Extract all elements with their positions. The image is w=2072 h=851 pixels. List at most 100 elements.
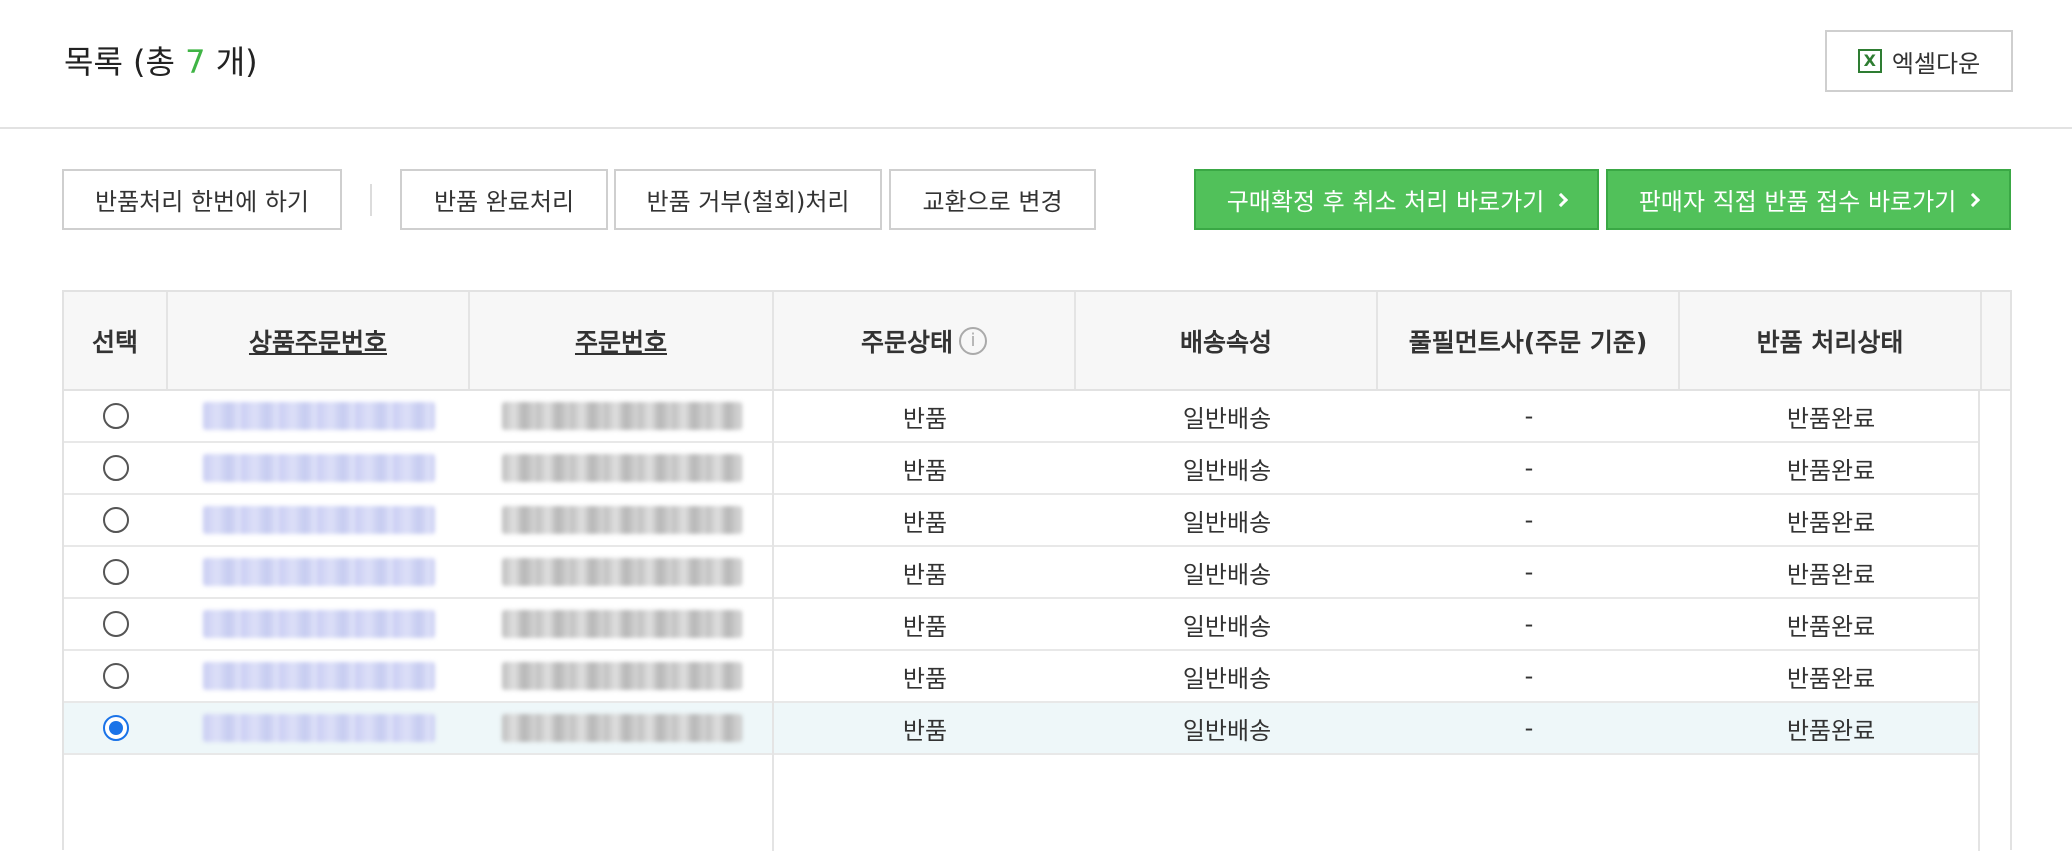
table-cell [168, 495, 470, 545]
row-select-radio[interactable] [103, 559, 129, 585]
order-number-redacted [502, 402, 742, 430]
seller-return-shortcut-label: 판매자 직접 반품 접수 바로가기 [1638, 188, 1957, 216]
return-status-cell: 반품완료 [1786, 560, 1876, 589]
table-cell [64, 443, 168, 493]
bulk-return-button[interactable]: 반품처리 한번에 하기 [62, 169, 342, 230]
column-header-product-order-no[interactable]: 상품주문번호 [168, 292, 470, 389]
return-status-cell: 반품완료 [1786, 508, 1876, 537]
row-select-radio[interactable] [103, 663, 129, 689]
fulfillment-cell: - [1524, 506, 1534, 534]
order-status-cell: 반품 [902, 508, 948, 537]
return-status-cell: 반품완료 [1786, 404, 1876, 433]
order-number-redacted [502, 506, 742, 534]
column-header-return-status: 반품 처리상태 [1680, 292, 1982, 389]
table-cell [64, 547, 168, 597]
table-row[interactable]: 반품 일반배송 - 반품완료 [64, 495, 1979, 547]
table-cell [168, 547, 470, 597]
order-number-redacted [502, 610, 742, 638]
return-status-cell: 반품완료 [1786, 716, 1876, 745]
column-header-order-status: 주문상태 i [774, 292, 1076, 389]
order-number-redacted [502, 662, 742, 690]
confirm-cancel-shortcut-button[interactable]: 구매확정 후 취소 처리 바로가기 [1194, 169, 1599, 230]
chevron-right-icon [1966, 192, 1981, 207]
table-row[interactable]: 반품 일반배송 - 반품완료 [64, 391, 1979, 443]
button-divider [370, 184, 372, 216]
table-header: 선택 상품주문번호 주문번호 주문상태 i 배송속성 풀필먼트사(주문 기준) … [64, 292, 2010, 391]
order-status-cell: 반품 [902, 560, 948, 589]
column-header-select: 선택 [64, 292, 168, 389]
row-select-radio[interactable] [103, 403, 129, 429]
column-header-order-status-label: 주문상태 [860, 327, 953, 357]
table-cell [470, 651, 774, 701]
table-cell [470, 547, 774, 597]
order-status-cell: 반품 [902, 456, 948, 485]
table-cell [64, 495, 168, 545]
row-select-radio[interactable] [103, 611, 129, 637]
delivery-type-cell: 일반배송 [1182, 456, 1272, 485]
complete-return-button[interactable]: 반품 완료처리 [400, 169, 608, 230]
fulfillment-cell: - [1524, 402, 1534, 430]
reject-return-button[interactable]: 반품 거부(철회)처리 [614, 169, 882, 230]
seller-return-shortcut-button[interactable]: 판매자 직접 반품 접수 바로가기 [1606, 169, 2011, 230]
table-cell [168, 651, 470, 701]
confirm-cancel-shortcut-label: 구매확정 후 취소 처리 바로가기 [1226, 188, 1545, 216]
column-divider [772, 391, 774, 851]
table-cell [64, 651, 168, 701]
column-header-order-no[interactable]: 주문번호 [470, 292, 774, 389]
table-cell [64, 599, 168, 649]
delivery-type-cell: 일반배송 [1182, 664, 1272, 693]
delivery-type-cell: 일반배송 [1182, 404, 1272, 433]
row-select-radio[interactable] [103, 507, 129, 533]
change-to-exchange-button[interactable]: 교환으로 변경 [889, 169, 1096, 230]
table-row[interactable]: 반품 일반배송 - 반품완료 [64, 547, 1979, 599]
table-cell [470, 599, 774, 649]
table-cell [470, 703, 774, 753]
table-cell [168, 599, 470, 649]
list-title: 목록 (총 7 개) [64, 40, 258, 84]
product-order-number-redacted[interactable] [203, 714, 435, 742]
chevron-right-icon [1554, 192, 1569, 207]
excel-download-button[interactable]: X 엑셀다운 [1825, 30, 2013, 92]
table-row[interactable]: 반품 일반배송 - 반품완료 [64, 443, 1979, 495]
table-row[interactable]: 반품 일반배송 - 반품완료 [64, 599, 1979, 651]
product-order-number-redacted[interactable] [203, 558, 435, 586]
table-row[interactable]: 반품 일반배송 - 반품완료 [64, 703, 1979, 755]
product-order-number-redacted[interactable] [203, 506, 435, 534]
delivery-type-cell: 일반배송 [1182, 612, 1272, 641]
row-select-radio[interactable] [103, 455, 129, 481]
return-status-cell: 반품완료 [1786, 664, 1876, 693]
list-title-prefix: 목록 (총 [64, 43, 186, 81]
order-status-cell: 반품 [902, 664, 948, 693]
product-order-number-redacted[interactable] [203, 610, 435, 638]
order-status-cell: 반품 [902, 612, 948, 641]
delivery-type-cell: 일반배송 [1182, 508, 1272, 537]
table-cell [470, 391, 774, 441]
table-cell [470, 495, 774, 545]
fulfillment-cell: - [1524, 662, 1534, 690]
order-number-redacted [502, 558, 742, 586]
return-list-table: 선택 상품주문번호 주문번호 주문상태 i 배송속성 풀필먼트사(주문 기준) … [62, 290, 2012, 851]
column-header-delivery-type: 배송속성 [1076, 292, 1378, 389]
table-row[interactable]: 반품 일반배송 - 반품완료 [64, 651, 1979, 703]
product-order-number-redacted[interactable] [203, 662, 435, 690]
product-order-number-redacted[interactable] [203, 402, 435, 430]
fulfillment-cell: - [1524, 454, 1534, 482]
table-cell [470, 443, 774, 493]
order-status-cell: 반품 [902, 404, 948, 433]
table-cell [64, 391, 168, 441]
excel-download-label: 엑셀다운 [1891, 49, 1981, 78]
list-count: 7 [185, 43, 206, 81]
fulfillment-cell: - [1524, 558, 1534, 586]
fulfillment-cell: - [1524, 610, 1534, 638]
return-status-cell: 반품완료 [1786, 456, 1876, 485]
column-divider [1978, 391, 1980, 851]
order-number-redacted [502, 714, 742, 742]
row-select-radio[interactable] [103, 715, 129, 741]
table-cell [168, 443, 470, 493]
fulfillment-cell: - [1524, 714, 1534, 742]
delivery-type-cell: 일반배송 [1182, 716, 1272, 745]
product-order-number-redacted[interactable] [203, 454, 435, 482]
info-icon[interactable]: i [959, 326, 987, 355]
list-header: 목록 (총 7 개) X 엑셀다운 [0, 0, 2072, 129]
table-cell [168, 703, 470, 753]
